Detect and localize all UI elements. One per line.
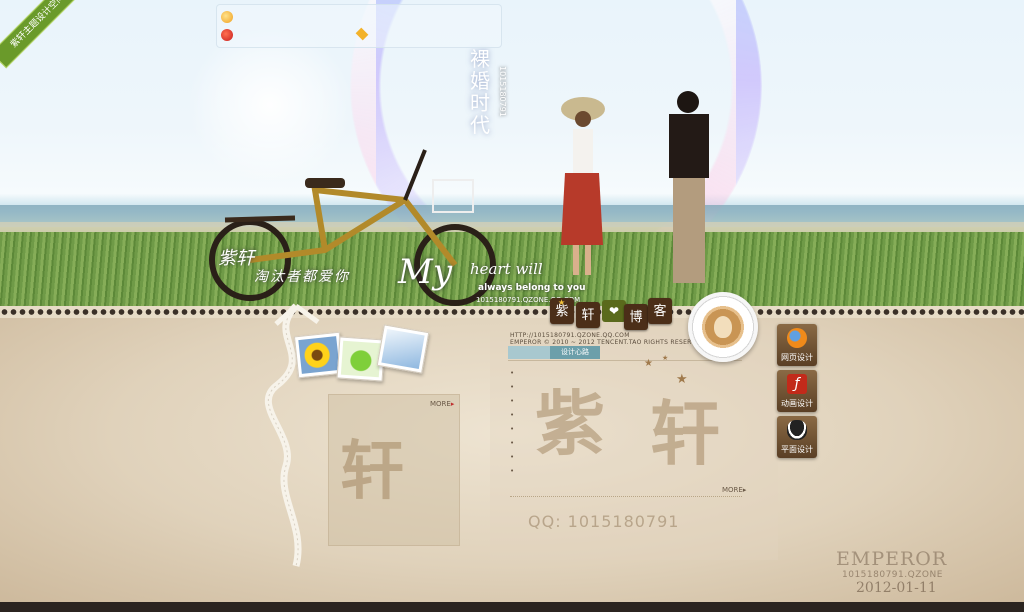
sky-photo[interactable] — [376, 324, 430, 374]
bottom-strip — [0, 602, 1024, 612]
tile-char: 客 — [648, 298, 672, 324]
diamond-icon[interactable] — [355, 27, 369, 41]
left-watermark-char: 轩 — [340, 434, 404, 509]
center-more-link[interactable]: MORE▸ — [722, 486, 746, 494]
more-label: MORE — [722, 486, 743, 494]
blog-url[interactable]: HTTP://1015180791.QZONE.QQ.COM — [510, 332, 630, 339]
more-arrow-icon: ▸ — [742, 486, 747, 494]
always-belong-text: always belong to you — [478, 283, 586, 293]
side-button-animation-design[interactable]: ƒ 动画设计 — [777, 370, 817, 412]
qq-number-watermark: QQ: 1015180791 — [528, 512, 680, 531]
calligraphy-slogan: 淘汰者都爱你 — [254, 269, 350, 285]
more-label: MORE — [430, 400, 451, 408]
tile-char: 轩 — [576, 302, 600, 328]
my-heart-script: My — [398, 252, 453, 292]
heart-icon: ❤ — [602, 300, 626, 322]
star-icon: ★ — [644, 358, 653, 369]
center-watermark-char-2: 轩 — [650, 392, 720, 475]
latte-art — [714, 316, 732, 338]
man-figure — [669, 91, 709, 283]
star-icon: ★ — [676, 372, 688, 387]
qq-penguin-icon — [787, 420, 807, 440]
side-button-label: 动画设计 — [781, 399, 813, 408]
star-icon: ★ — [558, 298, 566, 307]
copyright-line: EMPEROR © 2010 ~ 2012 TENCENT.TAO RIGHTS… — [510, 339, 707, 346]
tile-text: 博 — [629, 310, 643, 325]
hero-vertical-qq: 1015180791 — [498, 66, 507, 117]
tab-design-journey[interactable]: 设计心路 — [550, 346, 600, 359]
qzone-star-icon[interactable] — [221, 11, 233, 23]
signature-date: 2012-01-11 — [856, 580, 937, 596]
calligraphy-signature: 紫轩 — [218, 248, 254, 269]
side-button-label: 平面设计 — [781, 445, 813, 454]
tile-text: 客 — [653, 304, 667, 319]
star-icon: ★ — [662, 354, 669, 362]
top-toolbar — [216, 4, 502, 48]
firefox-icon — [787, 328, 807, 348]
weibo-icon[interactable] — [221, 29, 233, 41]
hero-banner: 裸婚时代 1015180791 紫轩 淘汰者都爱你 My heart will … — [0, 0, 1024, 312]
bicycle-illustration — [209, 149, 496, 306]
side-button-label: 网页设计 — [781, 353, 813, 362]
heart-will-script: heart will — [470, 260, 543, 278]
flash-icon: ƒ — [787, 374, 807, 394]
side-button-graphic-design[interactable]: 平面设计 — [777, 416, 817, 458]
tile-char: ★ 紫 — [550, 298, 574, 324]
more-arrow-icon: ▸ — [450, 400, 455, 408]
tile-char: 博 — [624, 304, 648, 330]
perforated-edge — [0, 306, 1024, 318]
signature-name: EMPEROR — [836, 548, 948, 570]
side-button-web-design[interactable]: 网页设计 — [777, 324, 817, 366]
left-more-link[interactable]: MORE▸ — [430, 400, 454, 408]
signature-sub: 1015180791.QZONE — [842, 570, 943, 580]
center-watermark-char-1: 紫 — [535, 382, 639, 465]
coffee-cup-decoration — [688, 292, 758, 362]
tile-text: 轩 — [581, 308, 595, 323]
woman-figure — [561, 97, 605, 275]
hero-vertical-title: 裸婚时代 — [470, 47, 490, 137]
divider — [510, 496, 742, 497]
